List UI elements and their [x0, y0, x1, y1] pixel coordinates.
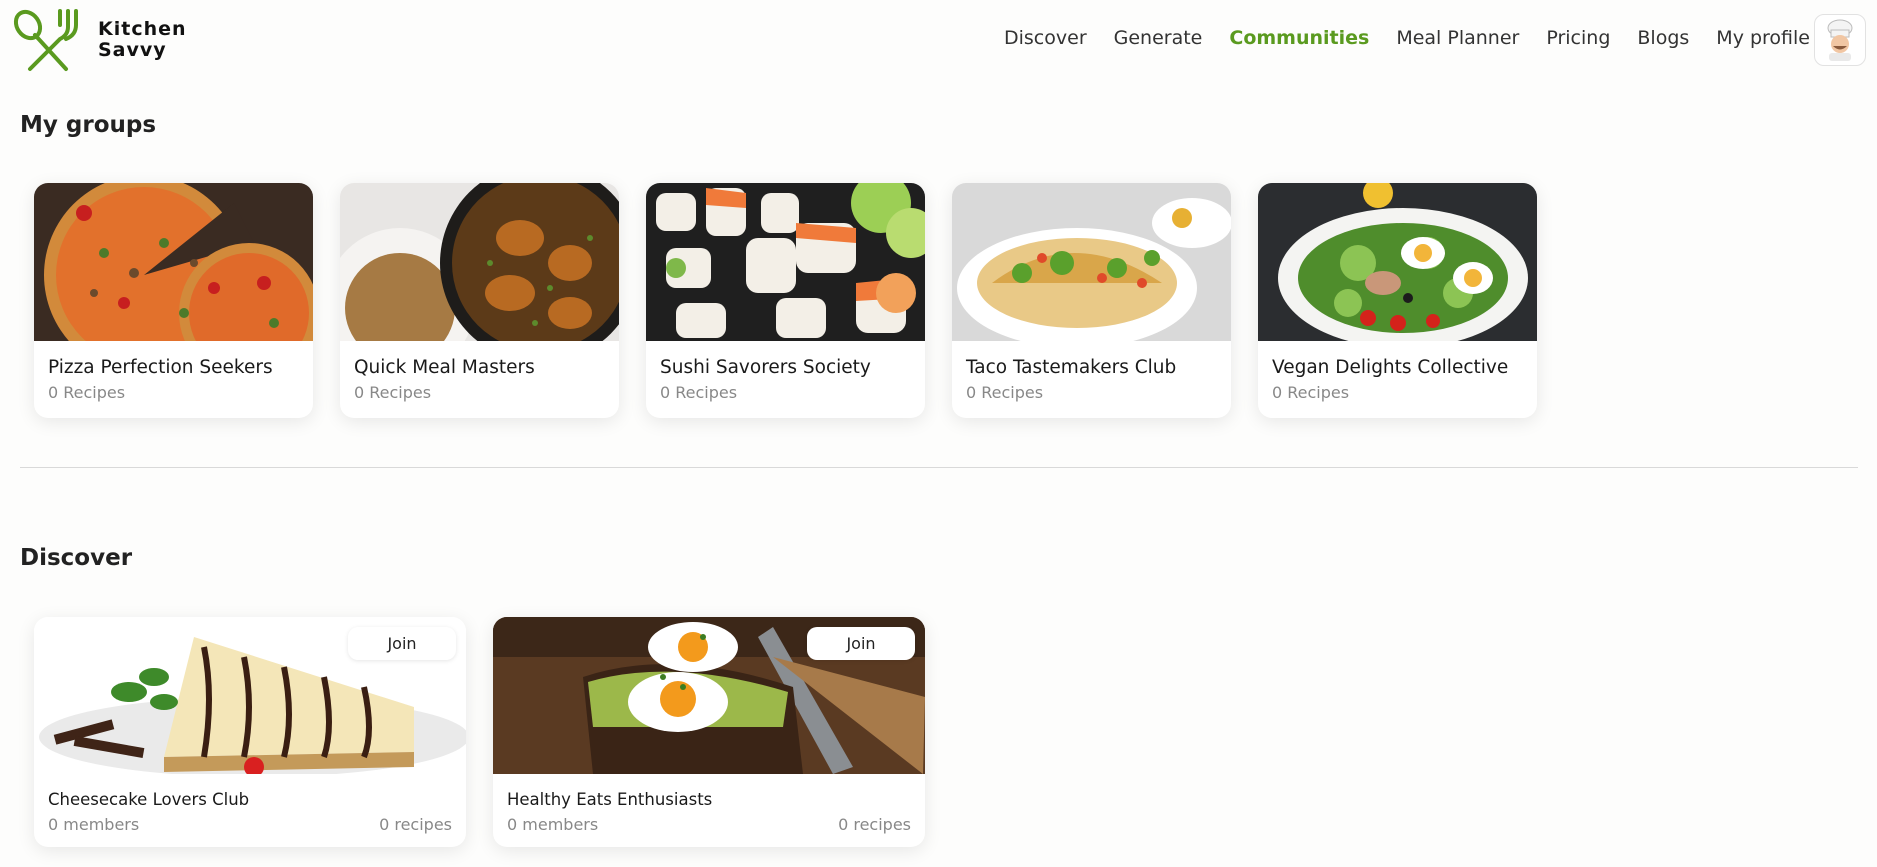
join-button[interactable]: Join	[348, 627, 456, 660]
group-name: Vegan Delights Collective	[1272, 357, 1509, 378]
chef-avatar-icon	[1827, 19, 1853, 61]
group-name: Taco Tastemakers Club	[966, 357, 1177, 378]
brand-name-line1: Kitchen	[98, 18, 187, 40]
avatar[interactable]	[1814, 14, 1866, 66]
my-groups-title: My groups	[20, 112, 157, 138]
member-count: 0 members	[507, 815, 599, 834]
group-card-sushi[interactable]: Sushi Savorers Society 0 Recipes	[646, 183, 925, 418]
brand-logo[interactable]: Kitchen Savvy	[8, 5, 187, 75]
group-recipe-count: 0 Recipes	[1272, 383, 1350, 402]
nav-blogs[interactable]: Blogs	[1637, 27, 1689, 49]
discover-card-cheesecake[interactable]: Join Cheesecake Lovers Club 0 members 0 …	[34, 617, 466, 847]
discover-card-name: Healthy Eats Enthusiasts	[507, 790, 713, 809]
group-card-pizza[interactable]: Pizza Perfection Seekers 0 Recipes	[34, 183, 313, 418]
sushi-image	[646, 183, 925, 341]
salad-image	[1258, 183, 1537, 341]
recipe-count: 0 recipes	[379, 815, 452, 834]
group-name: Quick Meal Masters	[354, 357, 535, 378]
brand-name-line2: Savvy	[98, 39, 167, 61]
main-nav: Discover Generate Communities Meal Plann…	[1004, 27, 1810, 49]
section-divider	[20, 467, 1858, 468]
discover-list: Join Cheesecake Lovers Club 0 members 0 …	[34, 617, 925, 847]
group-recipe-count: 0 Recipes	[354, 383, 432, 402]
group-name: Sushi Savorers Society	[660, 357, 871, 378]
group-card-quick-meal[interactable]: Quick Meal Masters 0 Recipes	[340, 183, 619, 418]
nav-pricing[interactable]: Pricing	[1546, 27, 1610, 49]
top-header: Kitchen Savvy Discover Generate Communit…	[0, 0, 1877, 80]
recipe-count: 0 recipes	[838, 815, 911, 834]
member-count: 0 members	[48, 815, 140, 834]
discover-card-healthy[interactable]: Join Healthy Eats Enthusiasts 0 members …	[493, 617, 925, 847]
discover-card-meta: 0 members 0 recipes	[507, 815, 911, 834]
group-card-tacos[interactable]: Taco Tastemakers Club 0 Recipes	[952, 183, 1231, 418]
pizza-image	[34, 183, 313, 341]
group-recipe-count: 0 Recipes	[660, 383, 738, 402]
brand-name: Kitchen Savvy	[98, 19, 187, 61]
spoon-fork-logo-icon	[13, 9, 78, 71]
my-groups-list: Pizza Perfection Seekers 0 Recipes Quick…	[34, 183, 1537, 418]
tacos-image	[952, 183, 1231, 341]
discover-title: Discover	[20, 545, 133, 571]
group-recipe-count: 0 Recipes	[966, 383, 1044, 402]
nav-communities[interactable]: Communities	[1229, 27, 1369, 49]
nav-discover[interactable]: Discover	[1004, 27, 1087, 49]
chicken-skillet-image	[340, 183, 619, 341]
join-button[interactable]: Join	[807, 627, 915, 660]
group-card-vegan[interactable]: Vegan Delights Collective 0 Recipes	[1258, 183, 1537, 418]
discover-card-name: Cheesecake Lovers Club	[48, 790, 250, 809]
discover-card-meta: 0 members 0 recipes	[48, 815, 452, 834]
nav-my-profile[interactable]: My profile	[1716, 27, 1810, 49]
nav-meal-planner[interactable]: Meal Planner	[1396, 27, 1519, 49]
group-recipe-count: 0 Recipes	[48, 383, 126, 402]
group-name: Pizza Perfection Seekers	[48, 357, 273, 378]
nav-generate[interactable]: Generate	[1114, 27, 1203, 49]
